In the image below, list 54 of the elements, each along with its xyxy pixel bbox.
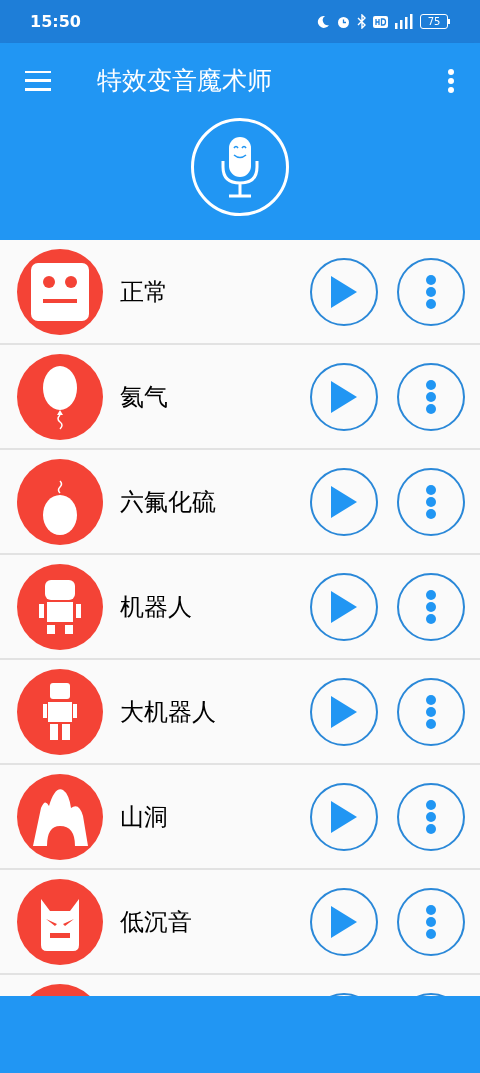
status-time: 15:50 [30, 10, 81, 33]
robot-icon [17, 668, 103, 755]
play-button[interactable] [310, 257, 378, 326]
play-icon [331, 695, 357, 728]
more-icon [425, 693, 437, 730]
balloon-icon [17, 458, 103, 545]
more-button[interactable] [397, 887, 465, 956]
more-options-button[interactable] [447, 68, 455, 93]
play-button[interactable] [310, 572, 378, 641]
moon-icon [316, 14, 330, 29]
play-icon [331, 800, 357, 833]
robot-face-icon [17, 248, 103, 335]
more-icon [425, 588, 437, 625]
play-icon [331, 590, 357, 623]
robot-icon [17, 563, 103, 650]
more-button[interactable] [397, 257, 465, 326]
play-button[interactable] [310, 362, 378, 431]
effect-label: 山洞 [120, 802, 168, 831]
play-icon [331, 905, 357, 938]
play-button[interactable] [310, 887, 378, 956]
signal-icon [394, 14, 414, 29]
more-icon [425, 903, 437, 940]
more-icon [425, 483, 437, 520]
more-button[interactable] [397, 362, 465, 431]
more-icon [425, 273, 437, 310]
play-icon [331, 380, 357, 413]
record-button[interactable] [191, 118, 289, 216]
cave-icon [17, 773, 103, 860]
more-icon [425, 378, 437, 415]
app-title: 特效变音魔术师 [97, 64, 273, 97]
play-button[interactable] [310, 677, 378, 746]
more-button[interactable] [397, 467, 465, 536]
more-button[interactable] [397, 677, 465, 746]
play-button[interactable] [310, 782, 378, 851]
menu-button[interactable] [25, 70, 51, 91]
effect-label: 大机器人 [120, 697, 216, 726]
mask-icon [17, 878, 103, 965]
more-button[interactable] [397, 782, 465, 851]
effect-label: 正常 [120, 277, 168, 306]
play-icon [331, 485, 357, 518]
balloon-icon [17, 353, 103, 440]
effect-label: 低沉音 [120, 907, 192, 936]
microphone-icon [220, 135, 260, 199]
effect-label: 六氟化硫 [120, 487, 216, 516]
play-icon [331, 275, 357, 308]
more-button[interactable] [397, 572, 465, 641]
effect-label: 氦气 [120, 382, 168, 411]
hd-icon [373, 15, 388, 28]
more-icon [425, 798, 437, 835]
bluetooth-icon [357, 14, 367, 29]
alarm-icon [336, 14, 351, 29]
effect-label: 机器人 [120, 592, 192, 621]
play-button[interactable] [310, 467, 378, 536]
battery-icon: 75 [420, 14, 450, 29]
